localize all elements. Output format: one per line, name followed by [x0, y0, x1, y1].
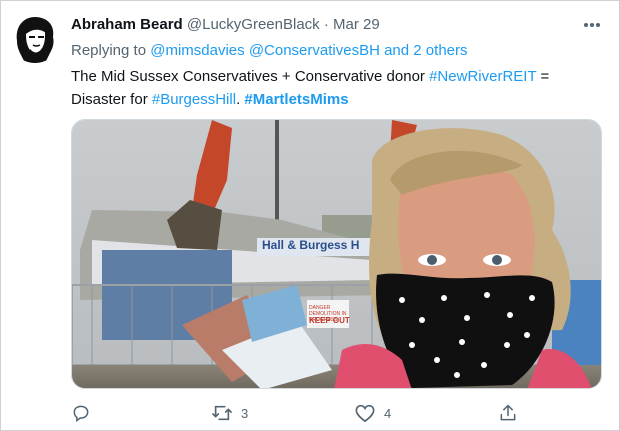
reply-button[interactable] [71, 401, 99, 425]
hashtag-link[interactable]: #MartletsMims [244, 91, 348, 108]
mention-link[interactable]: @mimsdavies [150, 42, 244, 59]
tweet-text-part: The Mid Sussex Conservatives + Conservat… [71, 68, 425, 85]
replying-and[interactable]: and [384, 42, 409, 59]
like-count: 4 [384, 405, 392, 421]
share-icon [500, 404, 516, 421]
avatar-portrait-icon [9, 11, 61, 63]
more-options-button[interactable] [579, 15, 605, 35]
tweet-card: Abraham Beard @LuckyGreenBlack · Mar 29 … [0, 0, 620, 431]
hashtag-link[interactable]: #BurgessHill [152, 91, 236, 108]
hashtag-link[interactable]: #NewRiverREIT [429, 68, 536, 85]
tweet-media[interactable]: Hall & Burgess H DANGER DEMOLITION IN PR… [71, 119, 602, 389]
mention-link[interactable]: @ConservativesBH [249, 42, 380, 59]
tweet-date[interactable]: Mar 29 [333, 16, 380, 33]
others-link[interactable]: 2 others [413, 42, 467, 59]
media-sign-text: Hall & Burgess H [262, 238, 360, 252]
tweet-text: The Mid Sussex Conservatives + Conservat… [71, 68, 550, 108]
header-separator: · [323, 16, 329, 33]
more-icon [584, 23, 600, 27]
like-button[interactable]: 4 [354, 401, 391, 425]
media-keep-out: KEEP OUT [309, 316, 350, 325]
tweet-actions: 3 4 [71, 401, 601, 425]
replying-to-label: Replying to [71, 42, 147, 59]
tweet-text-part: = [540, 68, 550, 85]
tweet-text-part: Disaster for [71, 91, 148, 108]
replying-to-line: Replying to @mimsdavies @ConservativesBH… [71, 41, 468, 61]
retweet-count: 3 [241, 405, 249, 421]
like-icon [355, 404, 375, 423]
retweet-button[interactable]: 3 [211, 401, 248, 425]
avatar[interactable] [9, 11, 61, 63]
user-handle[interactable]: @LuckyGreenBlack [187, 16, 320, 33]
share-button[interactable] [498, 401, 518, 425]
display-name[interactable]: Abraham Beard [71, 16, 183, 33]
reply-icon [73, 405, 89, 422]
media-photo [72, 120, 601, 388]
retweet-icon [212, 405, 232, 421]
tweet-header: Abraham Beard @LuckyGreenBlack · Mar 29 [71, 15, 380, 35]
